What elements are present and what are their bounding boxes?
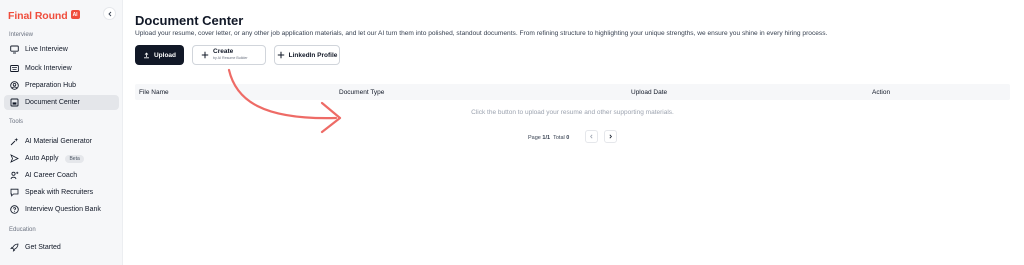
guide-arrow-icon xyxy=(227,68,342,134)
